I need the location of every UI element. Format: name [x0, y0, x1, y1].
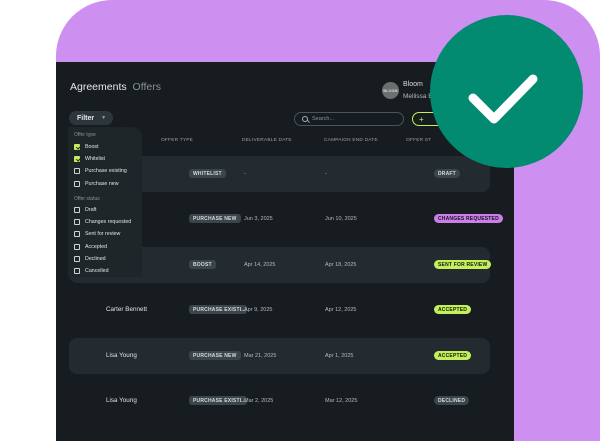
filter-option[interactable]: Purchase new — [74, 180, 119, 187]
filter-offer-type-heading: Offer type — [74, 132, 96, 138]
deliverable-date: Jun 3, 2025 — [244, 216, 273, 222]
offer-type-badge: BOOST — [189, 260, 216, 269]
deliverable-date: Apr 14, 2025 — [244, 262, 276, 268]
search-icon — [302, 116, 308, 122]
column-header-offer-status[interactable]: OFFER ST — [406, 138, 431, 143]
tab-agreements[interactable]: Agreements — [70, 81, 127, 93]
filter-option[interactable]: Declined — [74, 255, 106, 262]
status-badge: SENT FOR REVIEW — [434, 260, 492, 269]
row-creator-name[interactable]: Carter Bennett — [106, 306, 147, 313]
filter-option[interactable]: Whitelist — [74, 156, 106, 163]
search-input[interactable]: Search... — [294, 112, 404, 126]
filter-option-label: Purchase new — [85, 180, 119, 187]
checkbox[interactable] — [74, 268, 80, 274]
table-row[interactable]: Lisa Young PURCHASE NEW Mar 21, 2025 Apr 1,… — [69, 338, 490, 374]
filter-option-label: Cancelled — [85, 268, 109, 274]
brand-avatar[interactable]: BLOOM — [382, 82, 399, 99]
checkbox[interactable] — [74, 231, 80, 238]
filter-option-label: Sent for review — [85, 231, 121, 238]
filter-option-label: Accepted — [85, 243, 108, 250]
page-tabs: Agreements Offers — [70, 81, 161, 93]
success-badge — [430, 15, 583, 168]
filter-option-label: Declined — [85, 255, 106, 262]
campaign-end-date: Apr 18, 2025 — [325, 262, 357, 268]
filter-option-label: Purchase existing — [85, 168, 127, 175]
checkbox[interactable] — [74, 207, 80, 213]
checkmark-icon — [468, 74, 538, 124]
chevron-down-icon: ▼ — [101, 115, 107, 121]
checkbox[interactable] — [74, 156, 80, 163]
filter-label: Filter — [77, 114, 95, 122]
deliverable-date: - — [244, 171, 246, 177]
campaign-end-date: Apr 12, 2025 — [325, 307, 357, 313]
offer-type-badge: PURCHASE NEW — [189, 214, 241, 223]
table-row[interactable]: Lisa Young PURCHASE EXISTI... Mar 2, 2025 M… — [69, 383, 490, 419]
filter-button[interactable]: Filter ▼ — [69, 111, 113, 125]
checkbox[interactable] — [74, 168, 80, 175]
filter-option-label: Changes requested — [85, 219, 132, 226]
filter-option[interactable]: Purchase existing — [74, 168, 127, 175]
filter-option[interactable]: Sent for review — [74, 231, 121, 238]
campaign-end-date: Apr 1, 2025 — [325, 353, 354, 359]
user-name: Mellissa B — [403, 93, 433, 100]
checkbox[interactable] — [74, 255, 80, 262]
checkbox[interactable] — [74, 180, 80, 187]
checkbox[interactable] — [74, 243, 80, 250]
offer-type-badge: PURCHASE NEW — [189, 351, 241, 360]
status-badge: ACCEPTED — [434, 351, 472, 360]
row-creator-name[interactable]: Lisa Young — [106, 397, 137, 404]
offer-type-badge: PURCHASE EXISTI... — [189, 305, 247, 314]
filter-dropdown: Offer type Boost Whitelist Purchase existi… — [68, 127, 142, 277]
filter-option[interactable]: Cancelled — [74, 268, 109, 274]
status-badge: ACCEPTED — [434, 305, 472, 314]
filter-option[interactable]: Accepted — [74, 243, 108, 250]
offer-type-badge: WHITELIST — [189, 169, 226, 178]
tab-offers[interactable]: Offers — [133, 81, 161, 93]
campaign-end-date: - — [325, 171, 327, 177]
status-badge: DECLINED — [434, 396, 470, 405]
status-badge: CHANGES REQUESTED — [434, 214, 503, 223]
campaign-end-date: Jun 10, 2025 — [325, 216, 357, 222]
row-creator-name[interactable]: Lisa Young — [106, 352, 137, 359]
brand-name: Bloom — [403, 81, 423, 88]
filter-option-label: Boost — [85, 144, 99, 150]
table-row[interactable]: Carter Bennett PURCHASE EXISTI... Apr 9, 2… — [69, 292, 490, 328]
offer-type-badge: PURCHASE EXISTI... — [189, 396, 247, 405]
search-placeholder: Search... — [312, 116, 335, 122]
column-header-deliverable-date[interactable]: DELIVERABLE DATE — [242, 138, 292, 143]
checkbox[interactable] — [74, 144, 80, 150]
filter-offer-status-heading: Offer status — [74, 196, 100, 202]
filter-option[interactable]: Changes requested — [74, 219, 132, 226]
column-header-offer-type[interactable]: OFFER TYPE — [161, 138, 193, 143]
filter-option[interactable]: Draft — [74, 207, 96, 213]
filter-option-label: Whitelist — [85, 156, 106, 163]
campaign-end-date: Mar 12, 2025 — [325, 398, 358, 404]
filter-option-label: Draft — [85, 207, 97, 213]
column-header-campaign-end-date[interactable]: CAMPAIGN END DATE — [324, 138, 378, 143]
checkbox[interactable] — [74, 219, 80, 226]
deliverable-date: Apr 9, 2025 — [244, 307, 273, 313]
deliverable-date: Mar 21, 2025 — [244, 353, 277, 359]
filter-option[interactable]: Boost — [74, 144, 99, 150]
deliverable-date: Mar 2, 2025 — [244, 398, 274, 404]
status-badge: DRAFT — [434, 169, 460, 178]
